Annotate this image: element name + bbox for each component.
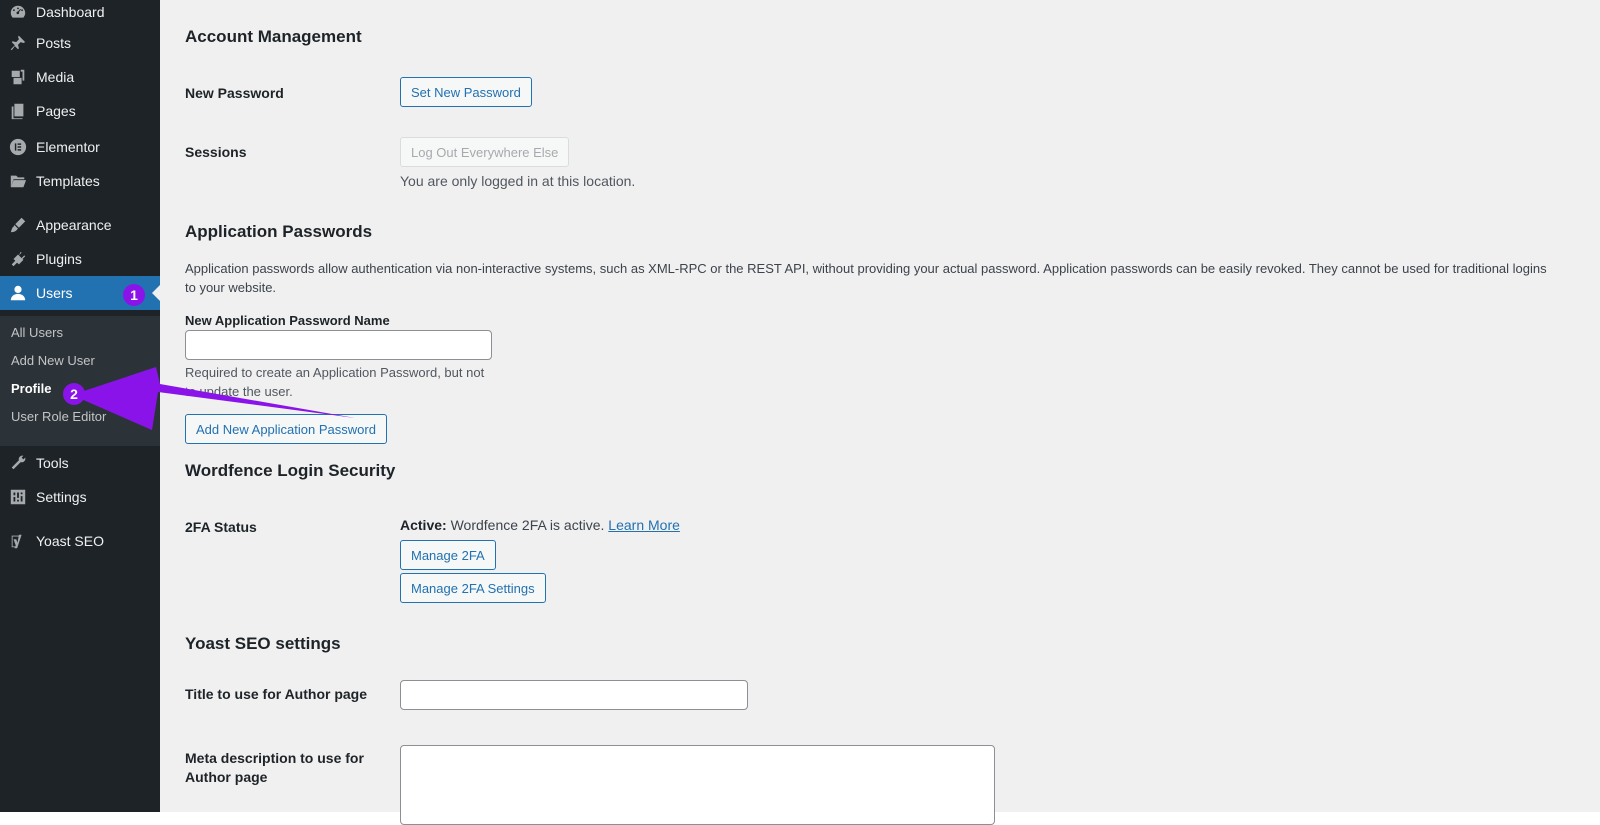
annotation-badge-2: 2 — [63, 383, 85, 405]
annotation-badge-1: 1 — [123, 284, 145, 306]
annotation-arrow — [72, 367, 355, 430]
arrow-shape — [72, 367, 355, 430]
